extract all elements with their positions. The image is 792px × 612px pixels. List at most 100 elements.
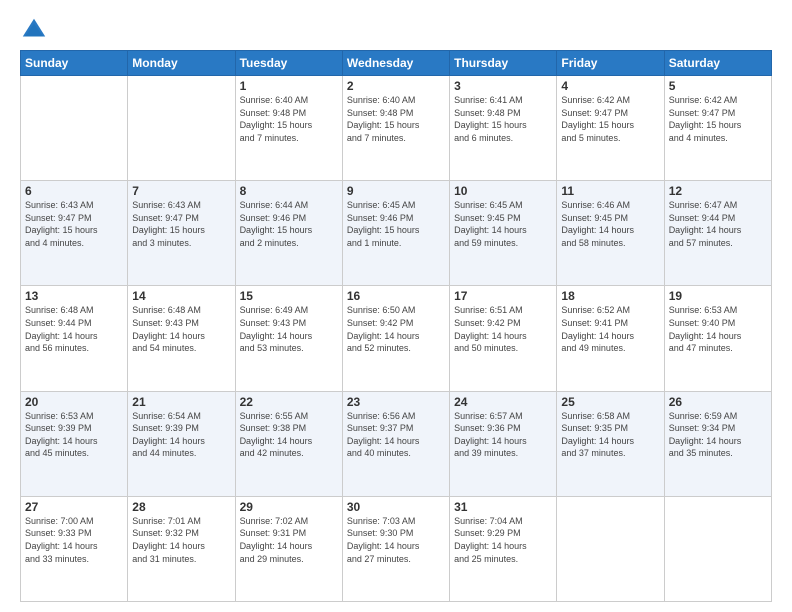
weekday-header: Sunday <box>21 51 128 76</box>
calendar-cell: 10Sunrise: 6:45 AM Sunset: 9:45 PM Dayli… <box>450 181 557 286</box>
calendar-cell: 24Sunrise: 6:57 AM Sunset: 9:36 PM Dayli… <box>450 391 557 496</box>
day-number: 31 <box>454 500 552 514</box>
day-info: Sunrise: 6:46 AM Sunset: 9:45 PM Dayligh… <box>561 199 659 249</box>
day-info: Sunrise: 6:52 AM Sunset: 9:41 PM Dayligh… <box>561 304 659 354</box>
calendar-cell: 11Sunrise: 6:46 AM Sunset: 9:45 PM Dayli… <box>557 181 664 286</box>
calendar-cell <box>664 496 771 601</box>
logo <box>20 16 52 44</box>
day-info: Sunrise: 7:02 AM Sunset: 9:31 PM Dayligh… <box>240 515 338 565</box>
day-info: Sunrise: 6:42 AM Sunset: 9:47 PM Dayligh… <box>669 94 767 144</box>
day-info: Sunrise: 6:51 AM Sunset: 9:42 PM Dayligh… <box>454 304 552 354</box>
calendar-cell: 21Sunrise: 6:54 AM Sunset: 9:39 PM Dayli… <box>128 391 235 496</box>
day-info: Sunrise: 6:58 AM Sunset: 9:35 PM Dayligh… <box>561 410 659 460</box>
day-info: Sunrise: 6:49 AM Sunset: 9:43 PM Dayligh… <box>240 304 338 354</box>
day-info: Sunrise: 6:45 AM Sunset: 9:45 PM Dayligh… <box>454 199 552 249</box>
day-info: Sunrise: 6:40 AM Sunset: 9:48 PM Dayligh… <box>347 94 445 144</box>
calendar-cell: 23Sunrise: 6:56 AM Sunset: 9:37 PM Dayli… <box>342 391 449 496</box>
day-number: 8 <box>240 184 338 198</box>
calendar-cell: 9Sunrise: 6:45 AM Sunset: 9:46 PM Daylig… <box>342 181 449 286</box>
calendar-cell: 31Sunrise: 7:04 AM Sunset: 9:29 PM Dayli… <box>450 496 557 601</box>
calendar-week-row: 13Sunrise: 6:48 AM Sunset: 9:44 PM Dayli… <box>21 286 772 391</box>
day-info: Sunrise: 6:48 AM Sunset: 9:44 PM Dayligh… <box>25 304 123 354</box>
calendar-cell: 5Sunrise: 6:42 AM Sunset: 9:47 PM Daylig… <box>664 76 771 181</box>
calendar-cell: 18Sunrise: 6:52 AM Sunset: 9:41 PM Dayli… <box>557 286 664 391</box>
day-info: Sunrise: 6:43 AM Sunset: 9:47 PM Dayligh… <box>132 199 230 249</box>
calendar-cell: 4Sunrise: 6:42 AM Sunset: 9:47 PM Daylig… <box>557 76 664 181</box>
day-info: Sunrise: 6:47 AM Sunset: 9:44 PM Dayligh… <box>669 199 767 249</box>
weekday-header: Tuesday <box>235 51 342 76</box>
day-number: 18 <box>561 289 659 303</box>
day-number: 17 <box>454 289 552 303</box>
day-info: Sunrise: 6:48 AM Sunset: 9:43 PM Dayligh… <box>132 304 230 354</box>
day-info: Sunrise: 6:56 AM Sunset: 9:37 PM Dayligh… <box>347 410 445 460</box>
day-number: 10 <box>454 184 552 198</box>
calendar-cell: 25Sunrise: 6:58 AM Sunset: 9:35 PM Dayli… <box>557 391 664 496</box>
calendar-cell: 27Sunrise: 7:00 AM Sunset: 9:33 PM Dayli… <box>21 496 128 601</box>
day-number: 25 <box>561 395 659 409</box>
header <box>20 16 772 44</box>
day-number: 7 <box>132 184 230 198</box>
calendar-cell: 13Sunrise: 6:48 AM Sunset: 9:44 PM Dayli… <box>21 286 128 391</box>
calendar-cell: 2Sunrise: 6:40 AM Sunset: 9:48 PM Daylig… <box>342 76 449 181</box>
day-number: 30 <box>347 500 445 514</box>
calendar-cell: 15Sunrise: 6:49 AM Sunset: 9:43 PM Dayli… <box>235 286 342 391</box>
day-info: Sunrise: 6:40 AM Sunset: 9:48 PM Dayligh… <box>240 94 338 144</box>
calendar-table: SundayMondayTuesdayWednesdayThursdayFrid… <box>20 50 772 602</box>
day-info: Sunrise: 6:42 AM Sunset: 9:47 PM Dayligh… <box>561 94 659 144</box>
calendar-week-row: 1Sunrise: 6:40 AM Sunset: 9:48 PM Daylig… <box>21 76 772 181</box>
calendar-header-row: SundayMondayTuesdayWednesdayThursdayFrid… <box>21 51 772 76</box>
weekday-header: Saturday <box>664 51 771 76</box>
calendar-cell: 6Sunrise: 6:43 AM Sunset: 9:47 PM Daylig… <box>21 181 128 286</box>
day-number: 19 <box>669 289 767 303</box>
calendar-cell <box>21 76 128 181</box>
day-number: 27 <box>25 500 123 514</box>
day-number: 16 <box>347 289 445 303</box>
day-info: Sunrise: 6:50 AM Sunset: 9:42 PM Dayligh… <box>347 304 445 354</box>
day-number: 24 <box>454 395 552 409</box>
day-info: Sunrise: 6:59 AM Sunset: 9:34 PM Dayligh… <box>669 410 767 460</box>
day-number: 15 <box>240 289 338 303</box>
day-info: Sunrise: 6:54 AM Sunset: 9:39 PM Dayligh… <box>132 410 230 460</box>
logo-icon <box>20 16 48 44</box>
weekday-header: Wednesday <box>342 51 449 76</box>
calendar-cell: 3Sunrise: 6:41 AM Sunset: 9:48 PM Daylig… <box>450 76 557 181</box>
day-info: Sunrise: 6:53 AM Sunset: 9:39 PM Dayligh… <box>25 410 123 460</box>
day-number: 13 <box>25 289 123 303</box>
day-info: Sunrise: 6:53 AM Sunset: 9:40 PM Dayligh… <box>669 304 767 354</box>
weekday-header: Thursday <box>450 51 557 76</box>
day-info: Sunrise: 7:00 AM Sunset: 9:33 PM Dayligh… <box>25 515 123 565</box>
day-number: 12 <box>669 184 767 198</box>
day-number: 5 <box>669 79 767 93</box>
day-number: 14 <box>132 289 230 303</box>
day-number: 2 <box>347 79 445 93</box>
day-number: 23 <box>347 395 445 409</box>
day-info: Sunrise: 7:01 AM Sunset: 9:32 PM Dayligh… <box>132 515 230 565</box>
day-info: Sunrise: 6:44 AM Sunset: 9:46 PM Dayligh… <box>240 199 338 249</box>
day-number: 6 <box>25 184 123 198</box>
calendar-cell <box>557 496 664 601</box>
calendar-week-row: 6Sunrise: 6:43 AM Sunset: 9:47 PM Daylig… <box>21 181 772 286</box>
calendar-cell: 14Sunrise: 6:48 AM Sunset: 9:43 PM Dayli… <box>128 286 235 391</box>
day-info: Sunrise: 7:04 AM Sunset: 9:29 PM Dayligh… <box>454 515 552 565</box>
calendar-cell: 26Sunrise: 6:59 AM Sunset: 9:34 PM Dayli… <box>664 391 771 496</box>
calendar-cell <box>128 76 235 181</box>
day-info: Sunrise: 7:03 AM Sunset: 9:30 PM Dayligh… <box>347 515 445 565</box>
day-info: Sunrise: 6:41 AM Sunset: 9:48 PM Dayligh… <box>454 94 552 144</box>
day-number: 9 <box>347 184 445 198</box>
day-number: 11 <box>561 184 659 198</box>
day-info: Sunrise: 6:45 AM Sunset: 9:46 PM Dayligh… <box>347 199 445 249</box>
calendar-cell: 17Sunrise: 6:51 AM Sunset: 9:42 PM Dayli… <box>450 286 557 391</box>
calendar-week-row: 20Sunrise: 6:53 AM Sunset: 9:39 PM Dayli… <box>21 391 772 496</box>
calendar-week-row: 27Sunrise: 7:00 AM Sunset: 9:33 PM Dayli… <box>21 496 772 601</box>
day-info: Sunrise: 6:43 AM Sunset: 9:47 PM Dayligh… <box>25 199 123 249</box>
calendar-cell: 8Sunrise: 6:44 AM Sunset: 9:46 PM Daylig… <box>235 181 342 286</box>
weekday-header: Monday <box>128 51 235 76</box>
day-info: Sunrise: 6:55 AM Sunset: 9:38 PM Dayligh… <box>240 410 338 460</box>
calendar-cell: 30Sunrise: 7:03 AM Sunset: 9:30 PM Dayli… <box>342 496 449 601</box>
calendar-cell: 12Sunrise: 6:47 AM Sunset: 9:44 PM Dayli… <box>664 181 771 286</box>
day-number: 3 <box>454 79 552 93</box>
calendar-cell: 19Sunrise: 6:53 AM Sunset: 9:40 PM Dayli… <box>664 286 771 391</box>
page: SundayMondayTuesdayWednesdayThursdayFrid… <box>0 0 792 612</box>
calendar-cell: 20Sunrise: 6:53 AM Sunset: 9:39 PM Dayli… <box>21 391 128 496</box>
day-number: 4 <box>561 79 659 93</box>
